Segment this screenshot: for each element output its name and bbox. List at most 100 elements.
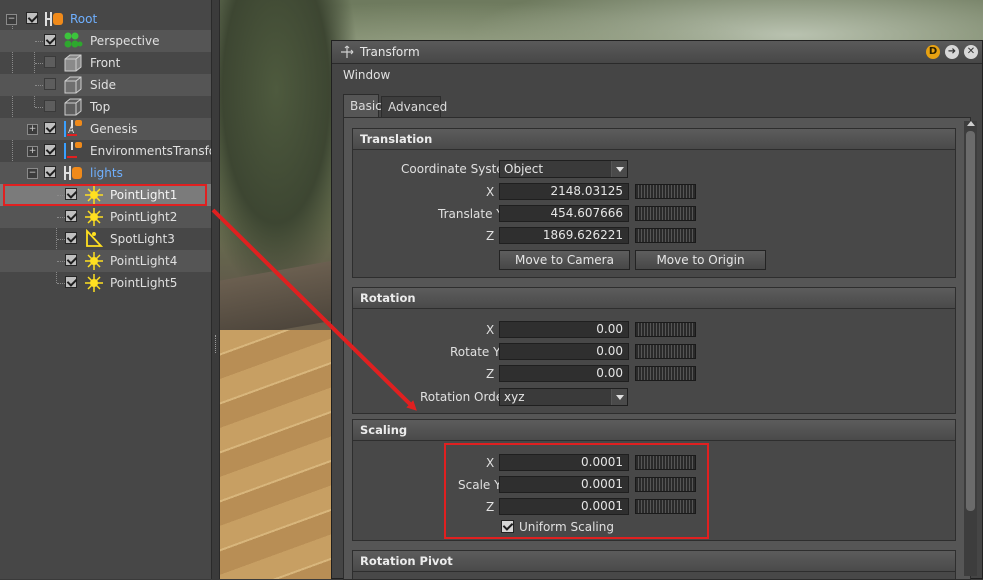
window-menu-bar: Window bbox=[332, 64, 982, 86]
viewport-floor bbox=[220, 330, 340, 579]
expand-icon[interactable]: + bbox=[27, 146, 38, 157]
spot-light-icon bbox=[86, 229, 104, 247]
visibility-checkbox[interactable] bbox=[44, 144, 56, 156]
rotation-header[interactable]: Rotation bbox=[353, 288, 955, 309]
rotation-pivot-header[interactable]: Rotation Pivot bbox=[353, 551, 955, 572]
chevron-down-icon[interactable] bbox=[611, 389, 627, 405]
collapse-icon[interactable]: − bbox=[27, 168, 38, 179]
selection-highlight-annotation bbox=[3, 184, 207, 206]
translate-z-slider[interactable] bbox=[635, 228, 696, 243]
section-title: Rotation bbox=[360, 291, 416, 305]
visibility-checkbox[interactable] bbox=[65, 210, 77, 222]
tab-advanced[interactable]: Advanced bbox=[381, 96, 447, 117]
chevron-down-icon[interactable] bbox=[611, 161, 627, 177]
select-value: xyz bbox=[504, 390, 525, 404]
visibility-checkbox[interactable] bbox=[65, 276, 77, 288]
select-value: Object bbox=[504, 162, 544, 176]
tree-item-label: Side bbox=[90, 78, 116, 92]
tree-item-spotlight3[interactable]: SpotLight3 bbox=[0, 228, 211, 250]
front-camera-icon bbox=[64, 54, 82, 72]
visibility-checkbox[interactable] bbox=[26, 12, 38, 24]
tree-item-label: Front bbox=[90, 56, 121, 70]
tree-item-label: Root bbox=[70, 12, 98, 26]
visibility-checkbox[interactable] bbox=[44, 100, 56, 112]
rotate-x-field[interactable]: 0.00 bbox=[499, 321, 629, 338]
group-icon bbox=[45, 12, 63, 26]
group-icon bbox=[64, 166, 82, 180]
translate-x-slider[interactable] bbox=[635, 184, 696, 199]
visibility-checkbox[interactable] bbox=[44, 34, 56, 46]
tree-item-label: PointLight2 bbox=[110, 210, 178, 224]
rotate-z-label: Z bbox=[486, 367, 495, 381]
section-title: Translation bbox=[360, 132, 433, 146]
tree-item-lights[interactable]: − lights bbox=[0, 162, 211, 184]
translate-y-field[interactable]: 454.607666 bbox=[499, 205, 629, 222]
scaling-header[interactable]: Scaling bbox=[353, 420, 955, 441]
rotate-y-field[interactable]: 0.00 bbox=[499, 343, 629, 360]
rotate-y-label: Rotate Y bbox=[450, 345, 501, 359]
collapse-icon[interactable]: − bbox=[6, 14, 17, 25]
vertical-scrollbar[interactable] bbox=[964, 121, 977, 576]
transform-icon: A bbox=[64, 120, 82, 137]
tree-item-perspective[interactable]: Perspective bbox=[0, 30, 211, 52]
point-light-icon bbox=[85, 274, 103, 292]
visibility-checkbox[interactable] bbox=[44, 166, 56, 178]
tree-item-label: lights bbox=[90, 166, 123, 180]
rotate-z-field[interactable]: 0.00 bbox=[499, 365, 629, 382]
close-icon[interactable]: ✕ bbox=[964, 45, 978, 59]
rotate-x-slider[interactable] bbox=[635, 322, 696, 337]
translation-header[interactable]: Translation bbox=[353, 129, 955, 150]
expand-icon[interactable]: + bbox=[27, 124, 38, 135]
tab-basic[interactable]: Basic bbox=[343, 94, 382, 117]
tree-connector bbox=[35, 85, 43, 86]
tree-item-top[interactable]: Top bbox=[0, 96, 211, 118]
tree-item-pointlight5[interactable]: PointLight5 bbox=[0, 272, 211, 294]
arrow-right-icon[interactable]: ➜ bbox=[945, 45, 959, 59]
scroll-up-icon[interactable] bbox=[967, 121, 975, 126]
rotate-y-slider[interactable] bbox=[635, 344, 696, 359]
tree-item-pointlight4[interactable]: PointLight4 bbox=[0, 250, 211, 272]
visibility-checkbox[interactable] bbox=[44, 122, 56, 134]
move-to-camera-button[interactable]: Move to Camera bbox=[499, 250, 630, 270]
tree-item-genesis[interactable]: + A Genesis bbox=[0, 118, 211, 140]
menu-window[interactable]: Window bbox=[343, 68, 390, 82]
tree-item-pointlight2[interactable]: PointLight2 bbox=[0, 206, 211, 228]
tree-item-front[interactable]: Front bbox=[0, 52, 211, 74]
translate-z-field[interactable]: 1869.626221 bbox=[499, 227, 629, 244]
translate-y-slider[interactable] bbox=[635, 206, 696, 221]
tree-item-environments-transform[interactable]: + EnvironmentsTransform bbox=[0, 140, 211, 162]
visibility-checkbox[interactable] bbox=[44, 56, 56, 68]
scrollbar-thumb[interactable] bbox=[966, 131, 975, 511]
tree-item-side[interactable]: Side bbox=[0, 74, 211, 96]
translate-x-field[interactable]: 2148.03125 bbox=[499, 183, 629, 200]
scaling-highlight-annotation bbox=[444, 443, 709, 539]
visibility-checkbox[interactable] bbox=[44, 78, 56, 90]
tree-connector bbox=[57, 217, 65, 218]
rotation-order-label: Rotation Order bbox=[420, 390, 509, 404]
rotation-pivot-section: Rotation Pivot bbox=[352, 550, 956, 579]
tree-connector bbox=[35, 41, 43, 42]
point-light-icon bbox=[85, 252, 103, 270]
tree-item-label: PointLight5 bbox=[110, 276, 178, 290]
visibility-checkbox[interactable] bbox=[65, 254, 77, 266]
rotation-order-select[interactable]: xyz bbox=[499, 388, 628, 406]
tree-item-root[interactable]: − Root bbox=[0, 8, 211, 30]
tree-item-label: PointLight4 bbox=[110, 254, 178, 268]
rotation-section: Rotation X 0.00 Rotate Y 0.00 Z 0.00 Rot… bbox=[352, 287, 956, 414]
tree-item-label: Top bbox=[90, 100, 111, 114]
move-to-origin-button[interactable]: Move to Origin bbox=[635, 250, 766, 270]
coordinate-system-select[interactable]: Object bbox=[499, 160, 628, 178]
tree-item-label: SpotLight3 bbox=[110, 232, 175, 246]
window-title-bar[interactable]: Transform D ➜ ✕ bbox=[332, 41, 982, 64]
translate-y-label: Translate Y bbox=[438, 207, 504, 221]
tree-connector bbox=[35, 63, 43, 64]
panel-splitter[interactable] bbox=[211, 0, 220, 579]
dock-button[interactable]: D bbox=[926, 45, 940, 59]
tree-connector bbox=[57, 239, 65, 240]
visibility-checkbox[interactable] bbox=[65, 232, 77, 244]
section-title: Scaling bbox=[360, 423, 408, 437]
top-camera-icon bbox=[64, 98, 82, 116]
point-light-icon bbox=[85, 208, 103, 226]
rotate-z-slider[interactable] bbox=[635, 366, 696, 381]
splitter-grip-icon[interactable] bbox=[215, 335, 218, 353]
